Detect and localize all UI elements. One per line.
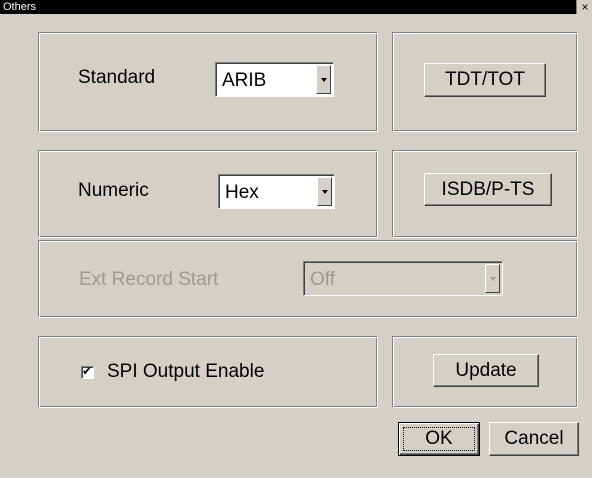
chevron-down-icon[interactable] — [317, 177, 332, 206]
spi-output-enable-label[interactable]: SPI Output Enable — [107, 361, 264, 383]
numeric-label: Numeric — [78, 180, 149, 201]
update-button-label: Update — [455, 359, 517, 381]
ok-button-label: OK — [425, 428, 453, 449]
cancel-button[interactable]: Cancel — [489, 422, 579, 456]
checkmark-icon: ✔ — [82, 364, 93, 378]
standard-group: Standard ARIB — [38, 32, 378, 132]
numeric-select[interactable]: Hex — [218, 174, 335, 209]
ext-record-start-select: Off — [303, 261, 503, 296]
close-icon[interactable]: × — [576, 0, 592, 14]
spi-group: ✔ SPI Output Enable — [38, 336, 378, 408]
update-group: Update — [392, 336, 578, 408]
tdt-tot-button-label: TDT/TOT — [445, 69, 525, 90]
tdt-tot-button[interactable]: TDT/TOT — [424, 63, 546, 97]
chevron-down-icon — [485, 264, 500, 293]
numeric-group: Numeric Hex — [38, 150, 378, 238]
cancel-button-label: Cancel — [504, 428, 564, 449]
isdb-pts-button[interactable]: ISDB/P-TS — [424, 173, 552, 206]
standard-label: Standard — [78, 67, 156, 88]
isdb-pts-group: ISDB/P-TS — [392, 150, 578, 238]
ext-record-start-value: Off — [310, 269, 335, 290]
ext-record-start-label: Ext Record Start — [79, 269, 219, 290]
spi-output-enable-checkbox[interactable]: ✔ — [81, 364, 94, 379]
tdt-tot-group: TDT/TOT — [392, 32, 578, 132]
standard-select[interactable]: ARIB — [215, 62, 334, 97]
update-button[interactable]: Update — [433, 354, 539, 387]
dialog-client-area: Standard ARIB TDT/TOT Numeric Hex ISDB/P… — [0, 14, 592, 478]
standard-select-value: ARIB — [222, 70, 267, 91]
chevron-down-icon[interactable] — [316, 65, 331, 94]
numeric-select-value: Hex — [225, 182, 259, 203]
ext-record-group: Ext Record Start Off — [38, 240, 578, 318]
window-title: Others — [3, 1, 37, 13]
isdb-pts-button-label: ISDB/P-TS — [441, 178, 535, 200]
ok-button[interactable]: OK — [398, 422, 480, 456]
